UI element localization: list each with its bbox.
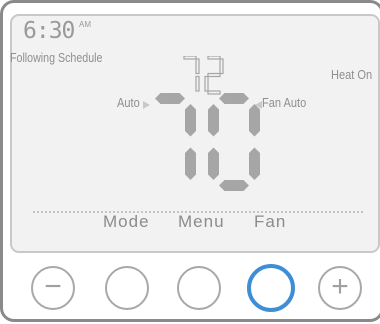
mode-button[interactable]	[105, 266, 149, 310]
segment-a	[155, 93, 185, 104]
softkey-mode-label: Mode	[103, 212, 150, 231]
clock-ampm: AM	[79, 20, 91, 29]
segment-f	[208, 104, 219, 137]
segment-a	[183, 56, 197, 60]
fan-button[interactable]	[247, 264, 295, 312]
segment-e	[208, 147, 219, 180]
segment-c	[249, 147, 260, 180]
segment-d	[219, 180, 249, 191]
system-status: Heat On	[331, 67, 373, 82]
softkey-fan-label: Fan	[254, 212, 287, 231]
segment-b	[185, 104, 196, 137]
menu-button[interactable]	[177, 266, 221, 310]
segment-b	[195, 58, 200, 75]
schedule-status: Following Schedule	[10, 50, 103, 65]
minus-icon: −	[44, 269, 62, 303]
softkey-menu-label: Menu	[178, 212, 225, 231]
mode-indicator: Auto	[117, 95, 140, 110]
segment-a	[219, 93, 249, 104]
clock-time: 6:30	[23, 18, 75, 44]
decrease-button[interactable]: −	[31, 266, 75, 310]
clock: 6:30 AM	[23, 18, 91, 44]
current-temperature	[155, 93, 260, 191]
set-temperature	[183, 56, 224, 95]
segment-g	[207, 72, 221, 78]
increase-button[interactable]: +	[318, 266, 362, 310]
segment-b	[219, 58, 224, 75]
segment-e	[204, 75, 209, 92]
segment-b	[249, 104, 260, 137]
segment-c	[185, 147, 196, 180]
segment-a	[207, 56, 221, 60]
plus-icon: +	[331, 269, 349, 303]
fan-indicator: Fan Auto	[262, 95, 307, 110]
segment-c	[195, 75, 200, 92]
softkey-labels: Mode Menu Fan	[0, 212, 380, 236]
